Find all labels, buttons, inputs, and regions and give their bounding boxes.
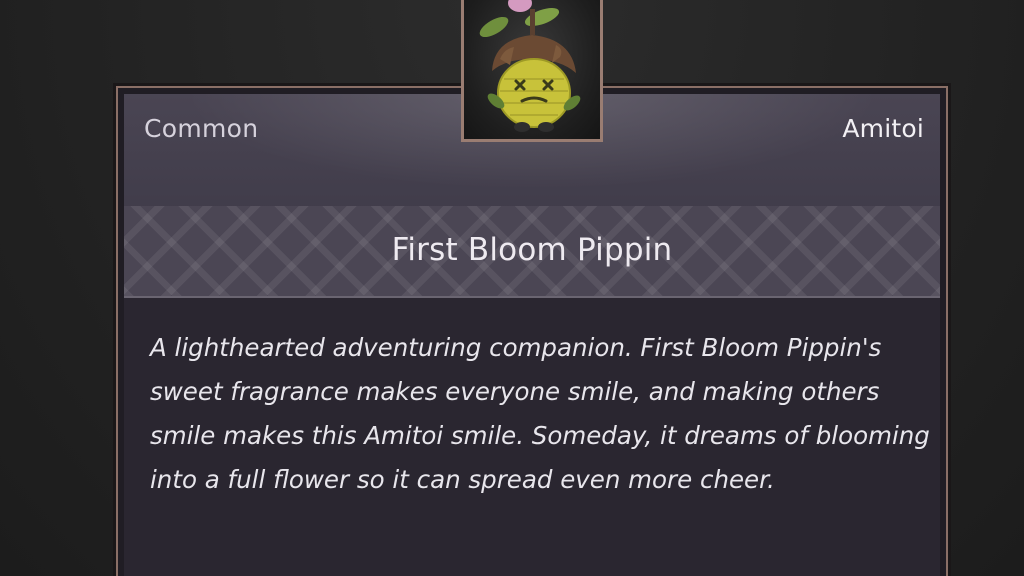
item-description-section: A lighthearted adventuring companion. Fi… <box>124 298 940 576</box>
item-category-label: Amitoi <box>842 114 924 143</box>
item-tooltip-card: Common Amitoi First Bloom Pippin A light… <box>116 86 948 576</box>
item-name-banner: First Bloom Pippin <box>124 206 940 298</box>
item-portrait-frame <box>461 0 603 142</box>
item-description-text: A lighthearted adventuring companion. Fi… <box>150 333 930 494</box>
item-rarity-label: Common <box>144 114 259 143</box>
amitoi-pippin-icon <box>479 0 581 132</box>
item-name-title: First Bloom Pippin <box>391 232 673 268</box>
item-tooltip-panel: Common Amitoi First Bloom Pippin A light… <box>124 94 940 576</box>
